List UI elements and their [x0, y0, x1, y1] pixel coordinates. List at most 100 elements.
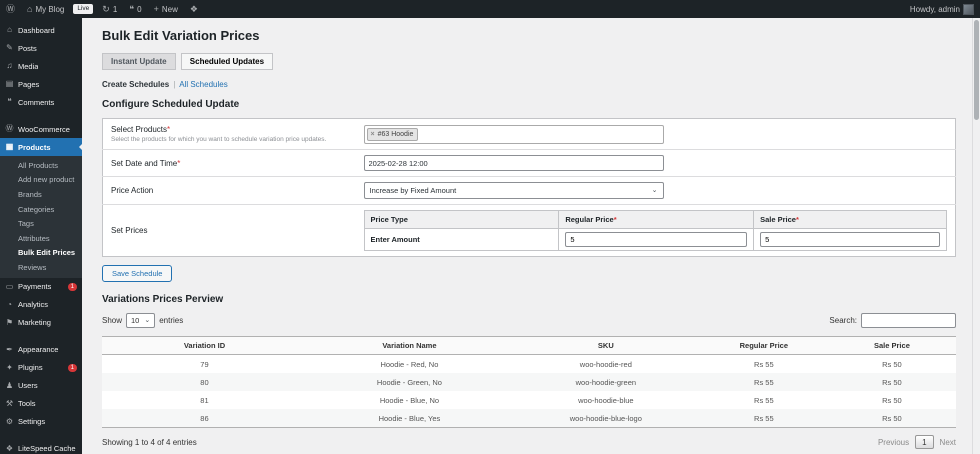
create-schedules-link[interactable]: Create Schedules: [102, 80, 169, 89]
marketing-icon: ⚑: [5, 319, 14, 327]
sidebar-item-analytics[interactable]: ◔ Analytics: [0, 296, 82, 314]
search-input[interactable]: [861, 313, 956, 328]
all-schedules-link[interactable]: All Schedules: [179, 80, 227, 89]
set-prices-label-cell: Set Prices: [103, 205, 356, 257]
sidebar-subitem-all-products[interactable]: All Products: [0, 158, 82, 173]
column-header-variation-id[interactable]: Variation ID: [102, 337, 307, 355]
table-info: Showing 1 to 4 of 4 entries: [102, 438, 197, 447]
entries-label: entries: [159, 316, 183, 325]
previous-button[interactable]: Previous: [878, 438, 909, 447]
price-type-header: Price Type: [364, 211, 559, 229]
search-control: Search:: [829, 313, 956, 328]
cell-sale-price: Rs 50: [828, 391, 956, 409]
chip-remove-icon[interactable]: ×: [371, 129, 375, 140]
save-schedule-button[interactable]: Save Schedule: [102, 265, 172, 282]
sidebar-item-label: Users: [18, 381, 38, 390]
sidebar-item-payments[interactable]: ▭ Payments 1: [0, 278, 82, 296]
wordpress-logo[interactable]: Ⓦ: [0, 0, 21, 18]
table-row: 80 Hoodie - Green, No woo-hoodie-green R…: [102, 373, 956, 391]
site-name-menu[interactable]: ⌂ My Blog: [21, 0, 70, 18]
sidebar-item-litespeed-cache[interactable]: ❖ LiteSpeed Cache: [0, 440, 82, 454]
required-asterisk: *: [167, 125, 170, 134]
updates-count: 1: [113, 5, 117, 14]
sidebar-item-products[interactable]: ▦ Products: [0, 138, 82, 156]
live-badge: Live: [73, 4, 93, 14]
sidebar-item-label: Pages: [18, 80, 39, 89]
sidebar-item-woocommerce[interactable]: Ⓦ WooCommerce: [0, 120, 82, 138]
column-header-regular-price[interactable]: Regular Price: [700, 337, 828, 355]
site-name: My Blog: [35, 5, 64, 14]
tab-instant-update[interactable]: Instant Update: [102, 53, 176, 70]
pagination: Previous 1 Next: [878, 435, 956, 449]
select-products-control-cell: × #63 Hoodie: [356, 119, 956, 150]
sidebar-subitem-add-new-product[interactable]: Add new product: [0, 173, 82, 188]
new-content-menu[interactable]: + New: [148, 0, 184, 18]
sidebar-item-dashboard[interactable]: ⌂ Dashboard: [0, 21, 82, 39]
next-button[interactable]: Next: [940, 438, 956, 447]
sidebar-item-label: Appearance: [18, 345, 58, 354]
sidebar-item-posts[interactable]: ✎ Posts: [0, 39, 82, 57]
page-length-select[interactable]: 10 ⌄: [126, 313, 155, 328]
sidebar-item-pages[interactable]: ▤ Pages: [0, 75, 82, 93]
new-label: New: [162, 5, 178, 14]
sidebar-item-label: Settings: [18, 417, 45, 426]
column-header-variation-name[interactable]: Variation Name: [307, 337, 512, 355]
required-asterisk: *: [614, 215, 617, 224]
required-asterisk: *: [177, 159, 180, 168]
cell-variation-name: Hoodie - Blue, No: [307, 391, 512, 409]
media-icon: ♫: [5, 62, 14, 70]
tab-scheduled-updates[interactable]: Scheduled Updates: [181, 53, 273, 70]
updates-menu[interactable]: ↻ 1: [96, 0, 123, 18]
sidebar-item-appearance[interactable]: ✒ Appearance: [0, 341, 82, 359]
sale-price-input[interactable]: [760, 232, 940, 247]
sidebar-item-label: LiteSpeed Cache: [18, 444, 76, 453]
price-action-select[interactable]: Increase by Fixed Amount ⌄: [364, 182, 664, 199]
litespeed-adminbar-menu[interactable]: ❖: [184, 0, 204, 18]
sidebar-item-settings[interactable]: ⚙ Settings: [0, 413, 82, 431]
account-menu[interactable]: Howdy, admin: [904, 0, 980, 18]
sidebar-item-users[interactable]: ♟ Users: [0, 377, 82, 395]
sidebar-subitem-reviews[interactable]: Reviews: [0, 260, 82, 275]
sidebar-subitem-tags[interactable]: Tags: [0, 216, 82, 231]
page-1-button[interactable]: 1: [915, 435, 933, 449]
admin-sidebar: ⌂ Dashboard ✎ Posts ♫ Media ▤ Pages ❝ Co…: [0, 18, 82, 454]
page-title: Bulk Edit Variation Prices: [102, 28, 956, 43]
set-prices-label: Set Prices: [111, 226, 147, 235]
settings-icon: ⚙: [5, 418, 14, 426]
comments-icon: ❝: [5, 98, 14, 106]
datetime-input[interactable]: [364, 155, 664, 171]
sidebar-subitem-attributes[interactable]: Attributes: [0, 231, 82, 246]
sidebar-item-marketing[interactable]: ⚑ Marketing: [0, 314, 82, 332]
sidebar-item-media[interactable]: ♫ Media: [0, 57, 82, 75]
chevron-down-icon: ⌄: [144, 317, 150, 324]
sidebar-item-plugins[interactable]: ✦ Plugins 1: [0, 359, 82, 377]
table-footer: Showing 1 to 4 of 4 entries Previous 1 N…: [102, 435, 956, 449]
menu-separator: [0, 431, 82, 440]
table-row: 81 Hoodie - Blue, No woo-hoodie-blue Rs …: [102, 391, 956, 409]
woocommerce-icon: Ⓦ: [5, 125, 14, 133]
price-type-header-label: Price Type: [371, 215, 408, 224]
cell-sku: woo-hoodie-blue: [512, 391, 700, 409]
dashboard-icon: ⌂: [5, 26, 14, 34]
sidebar-item-label: Payments: [18, 282, 51, 291]
column-header-sale-price[interactable]: Sale Price: [828, 337, 956, 355]
scrollbar-thumb[interactable]: [974, 20, 979, 120]
select-products-label-cell: Select Products* Select the products for…: [103, 119, 356, 150]
sidebar-subitem-brands[interactable]: Brands: [0, 187, 82, 202]
column-header-sku[interactable]: SKU: [512, 337, 700, 355]
schedule-form: Select Products* Select the products for…: [102, 118, 956, 257]
payments-badge: 1: [68, 283, 77, 291]
sidebar-item-tools[interactable]: ⚒ Tools: [0, 395, 82, 413]
scrollbar-track[interactable]: [972, 18, 980, 454]
appearance-icon: ✒: [5, 346, 14, 354]
regular-price-input[interactable]: [565, 232, 747, 247]
sidebar-subitem-categories[interactable]: Categories: [0, 202, 82, 217]
main-content: Bulk Edit Variation Prices Instant Updat…: [82, 18, 972, 454]
comments-menu[interactable]: ❝ 0: [123, 0, 147, 18]
sidebar-item-comments[interactable]: ❝ Comments: [0, 93, 82, 111]
sidebar-item-label: Products: [18, 143, 51, 152]
price-action-value: Increase by Fixed Amount: [370, 186, 457, 195]
sidebar-subitem-bulk-edit-prices[interactable]: Bulk Edit Prices: [0, 246, 82, 261]
table-controls: Show 10 ⌄ entries Search:: [102, 313, 956, 328]
product-select-input[interactable]: × #63 Hoodie: [364, 125, 664, 144]
